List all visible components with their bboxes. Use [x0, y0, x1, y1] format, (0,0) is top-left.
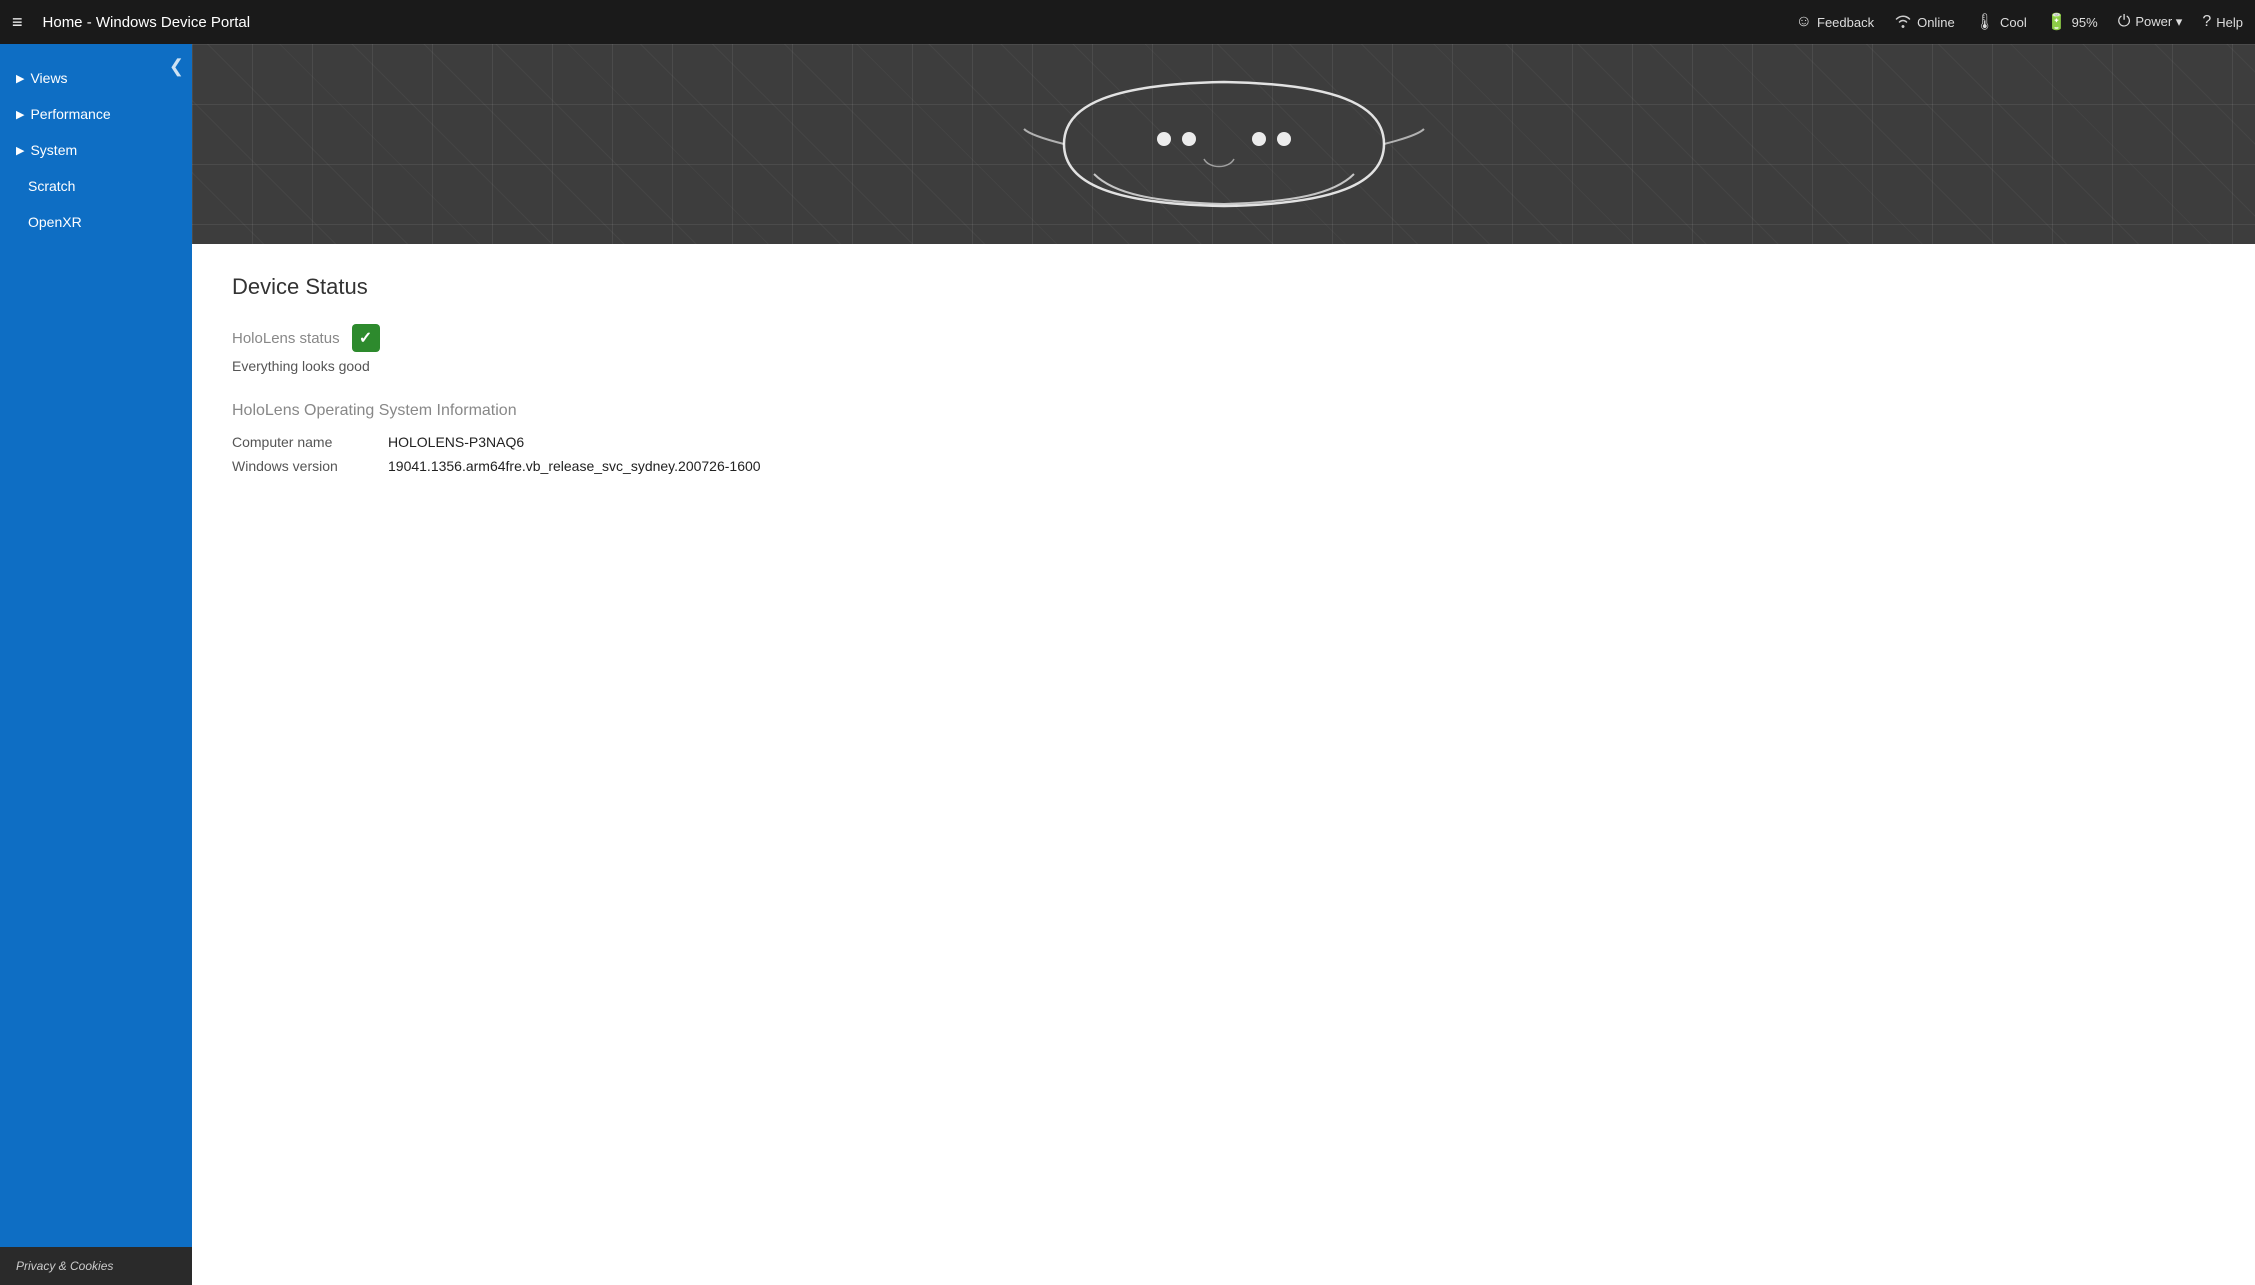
device-status-section: Device Status HoloLens status ✓ Everythi…	[192, 244, 2255, 512]
hololens-illustration	[1014, 64, 1434, 224]
system-arrow-icon: ▶	[16, 144, 24, 157]
sidebar-item-system[interactable]: ▶ System	[0, 132, 192, 168]
hololens-status-label: HoloLens status	[232, 330, 340, 347]
battery-label: 95%	[2072, 15, 2098, 30]
power-action[interactable]: ⏻ Power ▾	[2118, 13, 2183, 31]
computer-name-value: HOLOLENS-P3NAQ6	[388, 434, 524, 450]
battery-action[interactable]: 🔋 95%	[2047, 12, 2098, 32]
menu-icon[interactable]: ≡	[12, 12, 23, 33]
help-action[interactable]: ? Help	[2202, 13, 2243, 31]
views-arrow-icon: ▶	[16, 72, 24, 85]
hero-banner	[192, 44, 2255, 244]
computer-name-key: Computer name	[232, 434, 372, 450]
page-title: Home - Windows Device Portal	[43, 14, 1784, 31]
battery-icon: 🔋	[2047, 12, 2067, 32]
sidebar-nav: ▶ Views ▶ Performance ▶ System Scratch O…	[0, 44, 192, 1247]
cool-label: Cool	[2000, 15, 2027, 30]
cool-action[interactable]: 🌡 Cool	[1975, 12, 2027, 32]
sidebar-item-label: Views	[30, 70, 67, 86]
windows-version-value: 19041.1356.arm64fre.vb_release_svc_sydne…	[388, 458, 761, 474]
sidebar-item-performance[interactable]: ▶ Performance	[0, 96, 192, 132]
topbar: ≡ Home - Windows Device Portal ☺ Feedbac…	[0, 0, 2255, 44]
sidebar-item-label: Performance	[30, 106, 110, 122]
status-message: Everything looks good	[232, 358, 2215, 374]
sidebar-item-label: Scratch	[28, 178, 75, 194]
performance-arrow-icon: ▶	[16, 108, 24, 121]
online-label: Online	[1917, 15, 1955, 30]
feedback-action[interactable]: ☺ Feedback	[1796, 13, 1874, 31]
windows-version-row: Windows version 19041.1356.arm64fre.vb_r…	[232, 458, 2215, 474]
hololens-status-row: HoloLens status ✓	[232, 324, 2215, 352]
power-label: Power ▾	[2135, 14, 2182, 30]
sidebar-item-label: OpenXR	[28, 214, 82, 230]
feedback-icon: ☺	[1796, 13, 1812, 31]
sidebar: ❮ ▶ Views ▶ Performance ▶ System Scratch…	[0, 44, 192, 1285]
power-icon: ⏻	[2118, 13, 2131, 31]
device-status-title: Device Status	[232, 274, 2215, 300]
windows-version-key: Windows version	[232, 458, 372, 474]
sidebar-collapse-button[interactable]: ❮	[161, 52, 192, 81]
sidebar-item-scratch[interactable]: Scratch	[0, 168, 192, 204]
computer-name-row: Computer name HOLOLENS-P3NAQ6	[232, 434, 2215, 450]
online-action[interactable]: Online	[1894, 11, 1955, 34]
help-icon: ?	[2202, 13, 2211, 31]
os-section-title: HoloLens Operating System Information	[232, 402, 2215, 420]
main-layout: ❮ ▶ Views ▶ Performance ▶ System Scratch…	[0, 44, 2255, 1285]
temperature-icon: 🌡	[1975, 12, 1995, 32]
online-icon	[1894, 11, 1912, 34]
content-area: Device Status HoloLens status ✓ Everythi…	[192, 44, 2255, 1285]
sidebar-footer[interactable]: Privacy & Cookies	[0, 1247, 192, 1285]
status-check-icon: ✓	[352, 324, 380, 352]
topbar-actions: ☺ Feedback Online 🌡 Cool 🔋 95% ⏻ Power ▾	[1796, 11, 2243, 34]
sidebar-item-label: System	[30, 142, 77, 158]
help-label: Help	[2216, 15, 2243, 30]
feedback-label: Feedback	[1817, 15, 1874, 30]
sidebar-item-openxr[interactable]: OpenXR	[0, 204, 192, 240]
privacy-cookies-label: Privacy & Cookies	[16, 1259, 113, 1273]
